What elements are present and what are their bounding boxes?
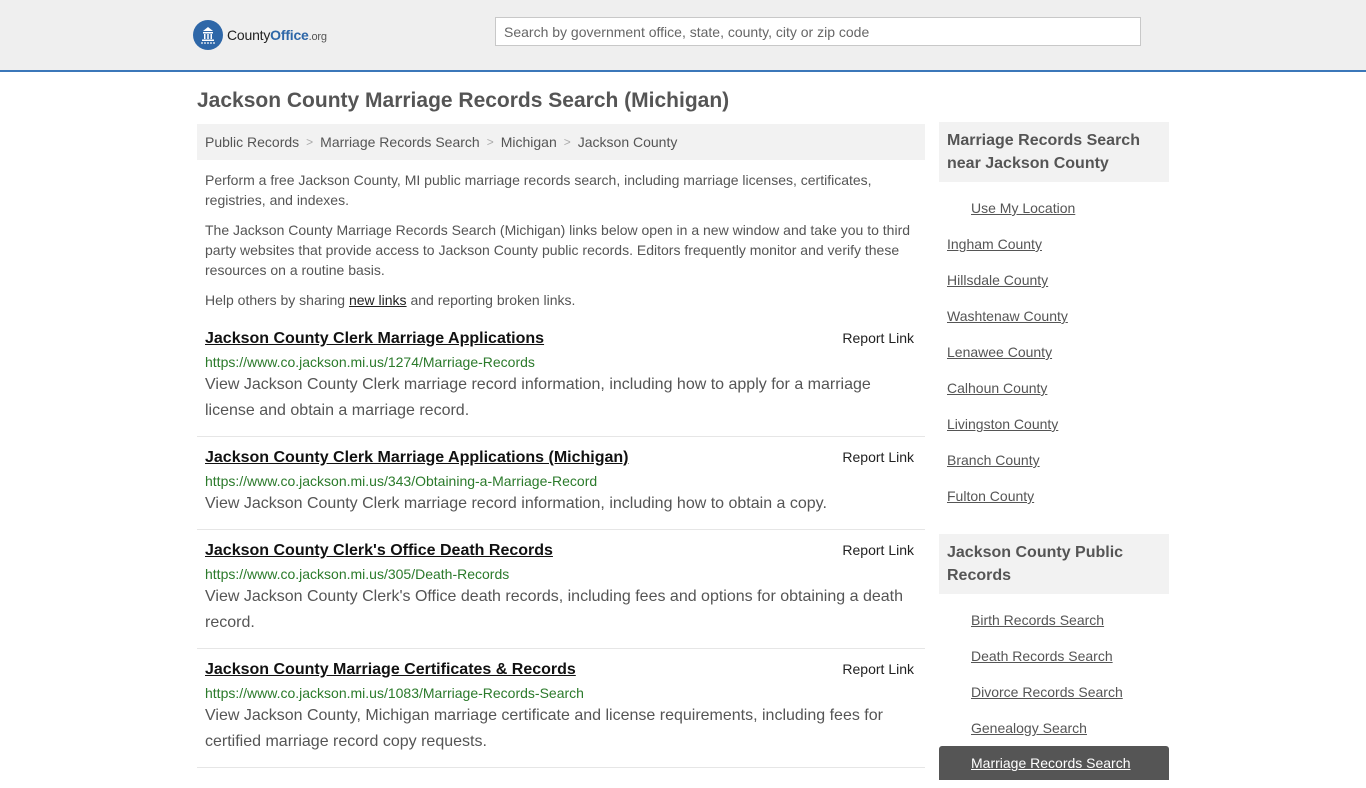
sidebar-item-county: Livingston County [939, 406, 1169, 442]
result-description: View Jackson County, Michigan marriage c… [205, 707, 883, 750]
report-link-button[interactable]: Report Link [842, 446, 914, 468]
sidebar-item-genealogy: Genealogy Search [939, 710, 1169, 746]
result-item: Jackson County Clerk Marriage Applicatio… [197, 437, 925, 530]
county-link[interactable]: Washtenaw County [947, 308, 1068, 324]
breadcrumb-marriage-records-search[interactable]: Marriage Records Search [320, 134, 480, 150]
birth-records-link[interactable]: Birth Records Search [971, 612, 1104, 628]
result-item: Jackson County Clerk's Office Death Reco… [197, 530, 925, 649]
result-description: View Jackson County Clerk marriage recor… [205, 495, 827, 512]
report-link-button[interactable]: Report Link [842, 658, 914, 680]
intro-text: Perform a free Jackson County, MI public… [197, 160, 925, 310]
intro-paragraph-1: Perform a free Jackson County, MI public… [205, 172, 872, 208]
sidebar-heading-nearby: Marriage Records Search near Jackson Cou… [939, 122, 1169, 182]
county-link[interactable]: Hillsdale County [947, 272, 1048, 288]
page-title: Jackson County Marriage Records Search (… [197, 89, 730, 112]
report-link-button[interactable]: Report Link [842, 539, 914, 561]
county-link[interactable]: Ingham County [947, 236, 1042, 252]
breadcrumb-separator-icon: > [486, 135, 494, 149]
logo-text-office: Office [270, 27, 309, 43]
capitol-logo-icon [193, 20, 223, 50]
county-link[interactable]: Lenawee County [947, 344, 1052, 360]
genealogy-link[interactable]: Genealogy Search [971, 720, 1087, 736]
logo-text-org: .org [308, 31, 327, 43]
sidebar-heading-public-records: Jackson County Public Records [939, 534, 1169, 594]
county-link[interactable]: Branch County [947, 452, 1040, 468]
result-description: View Jackson County Clerk marriage recor… [205, 376, 871, 419]
search-input[interactable] [495, 17, 1141, 46]
divorce-records-link[interactable]: Divorce Records Search [971, 684, 1123, 700]
county-link[interactable]: Calhoun County [947, 380, 1047, 396]
sidebar-item-county: Lenawee County [939, 334, 1169, 370]
marriage-records-link[interactable]: Marriage Records Search [971, 755, 1131, 771]
intro-p3-text: Help others by sharing [205, 292, 349, 308]
breadcrumb-michigan[interactable]: Michigan [501, 134, 557, 150]
public-records-list: Birth Records Search Death Records Searc… [939, 594, 1169, 788]
site-logo[interactable]: CountyOffice.org [193, 20, 327, 50]
logo-text: CountyOffice.org [227, 27, 327, 43]
sidebar-item-divorce-records: Divorce Records Search [939, 674, 1169, 710]
sidebar-item-county: Branch County [939, 442, 1169, 478]
site-header: CountyOffice.org [0, 0, 1366, 72]
breadcrumb-separator-icon: > [306, 135, 314, 149]
county-link[interactable]: Fulton County [947, 488, 1034, 504]
logo-text-county: County [227, 27, 271, 43]
result-description: View Jackson County Clerk's Office death… [205, 588, 903, 631]
result-title-link[interactable]: Jackson County Clerk Marriage Applicatio… [205, 447, 629, 469]
breadcrumb-jackson-county[interactable]: Jackson County [578, 134, 678, 150]
result-title-link[interactable]: Jackson County Clerk's Office Death Reco… [205, 540, 553, 562]
result-url: https://www.co.jackson.mi.us/1274/Marria… [205, 354, 535, 370]
intro-p3-text-end: and reporting broken links. [406, 292, 576, 308]
result-title-link[interactable]: Jackson County Marriage Certificates & R… [205, 659, 576, 681]
sidebar: Marriage Records Search near Jackson Cou… [939, 122, 1169, 788]
sidebar-item-county: Ingham County [939, 226, 1169, 262]
report-link-button[interactable]: Report Link [842, 327, 914, 349]
result-url: https://www.co.jackson.mi.us/305/Death-R… [205, 566, 510, 582]
result-item: Jackson County Marriage Certificates & R… [197, 649, 925, 768]
sidebar-item-county: Washtenaw County [939, 298, 1169, 334]
sidebar-item-county: Calhoun County [939, 370, 1169, 406]
sidebar-item-death-records: Death Records Search [939, 638, 1169, 674]
intro-paragraph-2: The Jackson County Marriage Records Sear… [205, 222, 911, 278]
result-title-link[interactable]: Jackson County Clerk Marriage Applicatio… [205, 328, 544, 350]
intro-paragraph-3: Help others by sharing new links and rep… [205, 290, 917, 310]
main-content: Public Records > Marriage Records Search… [197, 124, 925, 768]
sidebar-item-use-location: Use My Location [939, 190, 1169, 226]
county-link[interactable]: Livingston County [947, 416, 1058, 432]
use-my-location-link[interactable]: Use My Location [971, 200, 1075, 216]
result-url: https://www.co.jackson.mi.us/343/Obtaini… [205, 473, 598, 489]
death-records-link[interactable]: Death Records Search [971, 648, 1113, 664]
sidebar-item-county: Fulton County [939, 478, 1169, 514]
breadcrumb-public-records[interactable]: Public Records [205, 134, 299, 150]
nearby-counties-list: Use My Location Ingham County Hillsdale … [939, 182, 1169, 522]
sidebar-item-birth-records: Birth Records Search [939, 602, 1169, 638]
breadcrumb: Public Records > Marriage Records Search… [197, 124, 925, 160]
new-links-link[interactable]: new links [349, 292, 407, 308]
sidebar-item-marriage-records-active: Marriage Records Search [939, 746, 1169, 780]
result-url: https://www.co.jackson.mi.us/1083/Marria… [205, 685, 584, 701]
breadcrumb-separator-icon: > [563, 135, 571, 149]
sidebar-item-county: Hillsdale County [939, 262, 1169, 298]
result-item: Jackson County Clerk Marriage Applicatio… [197, 320, 925, 437]
